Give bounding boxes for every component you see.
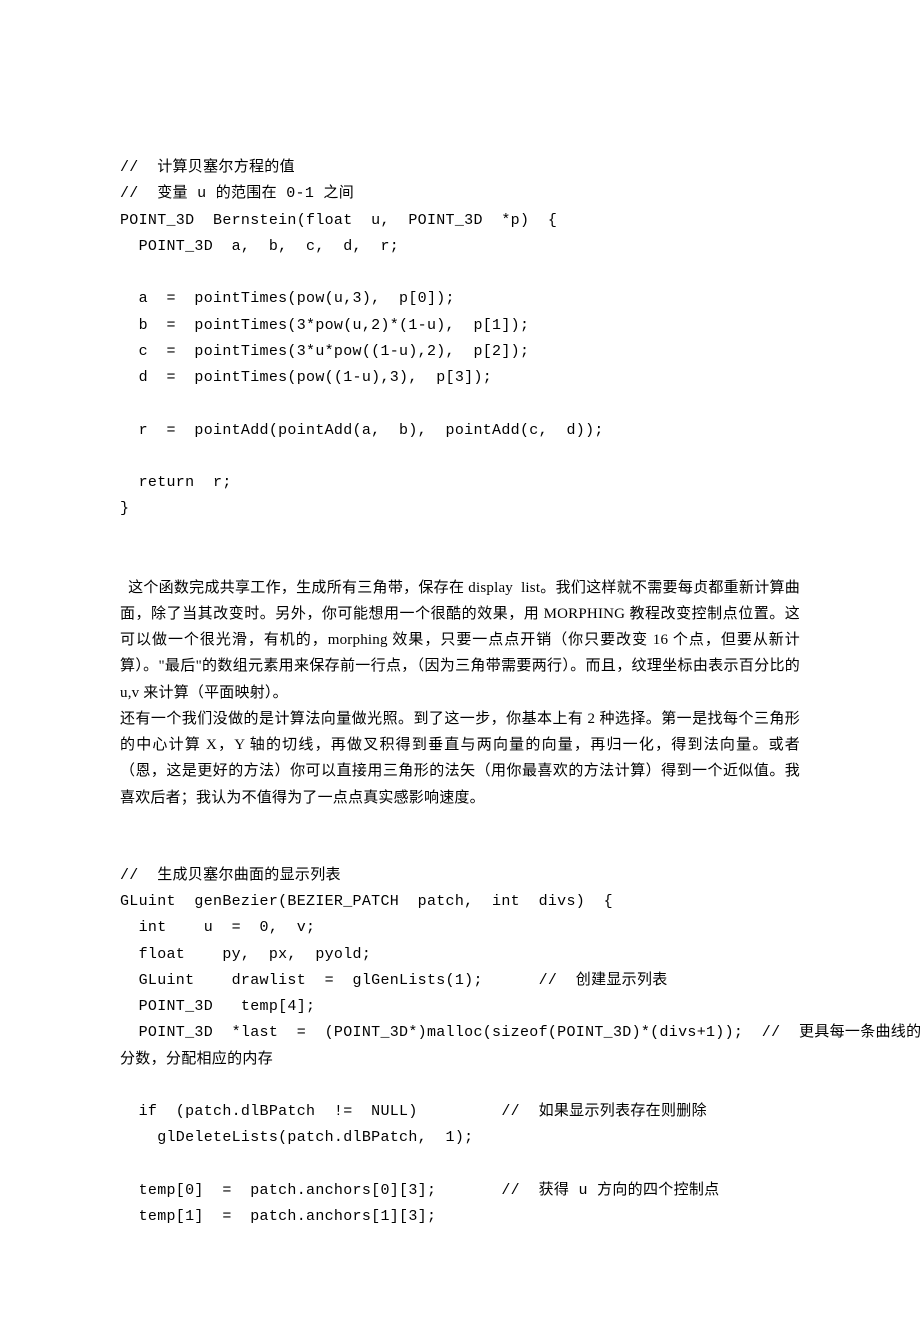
prose-paragraph-1: 这个函数完成共享工作，生成所有三角带，保存在 display list。我们这样… [120,575,800,706]
spacer [120,523,800,575]
spacer [120,811,800,863]
prose-paragraph-2: 还有一个我们没做的是计算法向量做光照。到了这一步，你基本上有 2 种选择。第一是… [120,706,800,811]
code-block-genbezier: // 生成贝塞尔曲面的显示列表 GLuint genBezier(BEZIER_… [120,863,800,1231]
document-page: // 计算贝塞尔方程的值 // 变量 u 的范围在 0-1 之间 POINT_3… [0,0,920,1330]
code-block-bernstein: // 计算贝塞尔方程的值 // 变量 u 的范围在 0-1 之间 POINT_3… [120,155,800,523]
